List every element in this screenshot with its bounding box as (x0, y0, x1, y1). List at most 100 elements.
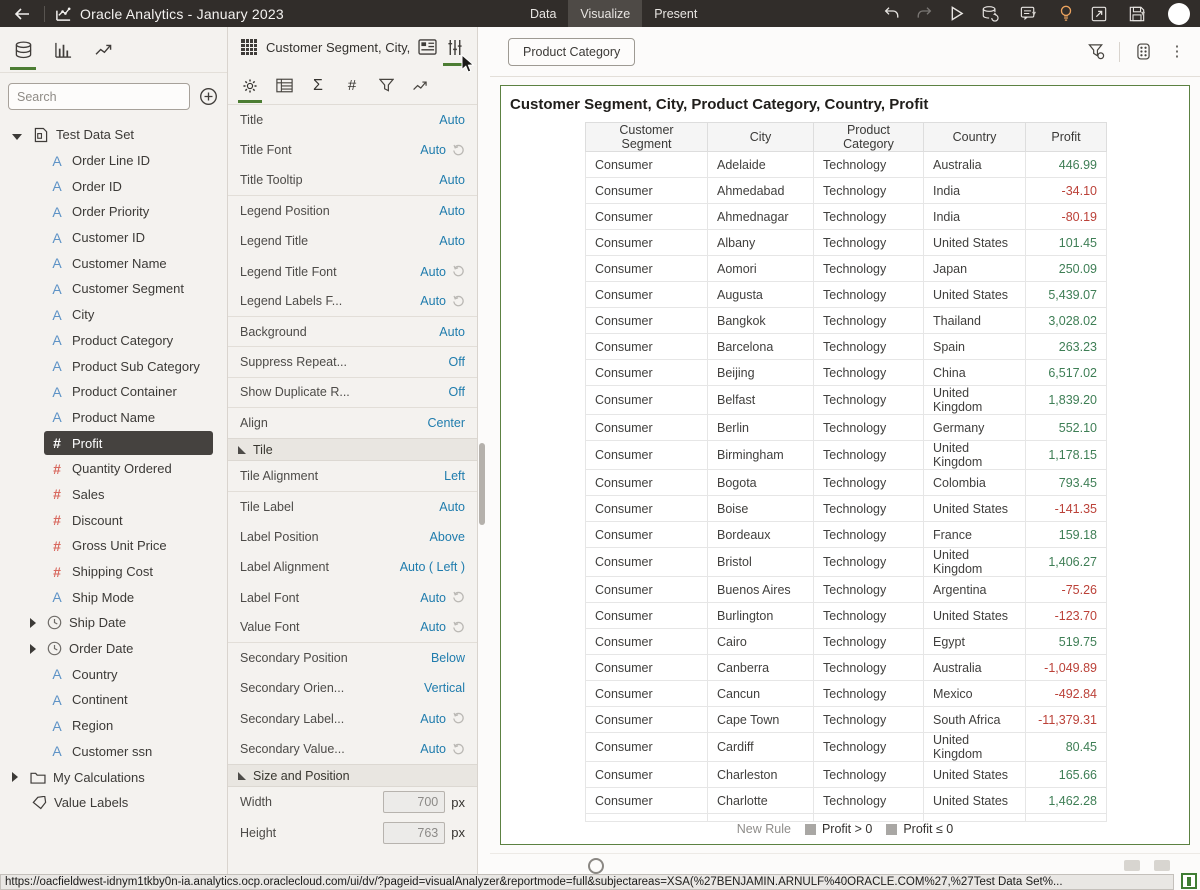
tab-data-elements[interactable] (10, 30, 36, 70)
section-header-tile[interactable]: Tile (228, 438, 477, 461)
property-value[interactable]: Off (449, 385, 465, 399)
data-cell[interactable]: Mexico (924, 681, 1026, 707)
data-cell[interactable]: Cardiff (708, 733, 814, 762)
back-button[interactable] (0, 0, 44, 27)
tree-item-customer-name[interactable]: ACustomer Name (0, 250, 227, 276)
data-cell[interactable]: Consumer (586, 334, 708, 360)
property-value[interactable]: Auto (420, 294, 446, 308)
property-value[interactable]: Below (431, 651, 465, 665)
filter-bar-filter-button[interactable] (1085, 41, 1107, 63)
data-cell[interactable]: United Kingdom (924, 441, 1026, 470)
profit-cell[interactable]: -492.84 (1026, 681, 1107, 707)
data-cell[interactable]: Technology (814, 256, 924, 282)
data-cell[interactable]: Ahmednagar (708, 204, 814, 230)
profit-cell[interactable]: 5,439.07 (1026, 282, 1107, 308)
tab-general[interactable] (238, 69, 262, 103)
data-cell[interactable]: Burlington (708, 603, 814, 629)
data-cell[interactable]: Consumer (586, 415, 708, 441)
data-cell[interactable]: Consumer (586, 256, 708, 282)
profit-cell[interactable]: -141.35 (1026, 496, 1107, 522)
tree-item-value-labels[interactable]: Value Labels (0, 790, 227, 816)
canvas-settings-button[interactable] (1132, 41, 1154, 63)
data-cell[interactable]: Consumer (586, 707, 708, 733)
tree-item-gross-unit-price[interactable]: #Gross Unit Price (0, 533, 227, 559)
expand-caret-icon[interactable] (12, 772, 18, 782)
data-cell[interactable]: India (924, 178, 1026, 204)
property-input[interactable] (383, 791, 445, 813)
panel-splitter-handle[interactable] (479, 443, 485, 525)
data-cell[interactable]: Consumer (586, 386, 708, 415)
data-cell[interactable]: Bogota (708, 470, 814, 496)
data-cell[interactable]: Boise (708, 496, 814, 522)
tree-item-ship-mode[interactable]: AShip Mode (0, 584, 227, 610)
data-cell[interactable]: Technology (814, 282, 924, 308)
data-cell[interactable]: Cape Town (708, 707, 814, 733)
expand-caret-icon[interactable] (30, 618, 36, 628)
property-value[interactable]: Auto (439, 325, 465, 339)
profit-cell[interactable]: 519.75 (1026, 629, 1107, 655)
canvas-menu-button[interactable]: ⋮ (1166, 41, 1188, 63)
data-cell[interactable]: China (924, 360, 1026, 386)
property-input[interactable] (383, 822, 445, 844)
data-cell[interactable]: Consumer (586, 360, 708, 386)
data-cell[interactable]: Cairo (708, 629, 814, 655)
property-value[interactable]: Auto (420, 742, 446, 756)
reset-icon[interactable] (452, 295, 465, 308)
tree-item-city[interactable]: ACity (0, 302, 227, 328)
tree-item-my-calculations[interactable]: My Calculations (0, 764, 227, 790)
data-cell[interactable]: Consumer (586, 629, 708, 655)
profit-cell[interactable]: 250.09 (1026, 256, 1107, 282)
data-cell[interactable]: Technology (814, 470, 924, 496)
data-cell[interactable]: Australia (924, 152, 1026, 178)
tab-data-layers[interactable] (272, 69, 296, 103)
data-cell[interactable]: Bangkok (708, 308, 814, 334)
data-cell[interactable]: Consumer (586, 152, 708, 178)
data-cell[interactable]: Consumer (586, 655, 708, 681)
data-cell[interactable]: Technology (814, 152, 924, 178)
tree-item-order-priority[interactable]: AOrder Priority (0, 199, 227, 225)
property-value[interactable]: Vertical (424, 681, 465, 695)
data-cell[interactable]: South Africa (924, 707, 1026, 733)
property-value[interactable]: Auto (439, 173, 465, 187)
data-cell[interactable]: Germany (924, 415, 1026, 441)
data-cell[interactable]: Consumer (586, 733, 708, 762)
data-cell[interactable]: Consumer (586, 603, 708, 629)
data-cell[interactable]: Technology (814, 178, 924, 204)
column-header-profit[interactable]: Profit (1026, 123, 1107, 152)
data-cell[interactable]: Argentina (924, 577, 1026, 603)
data-cell[interactable]: Consumer (586, 441, 708, 470)
tree-item-product-sub-category[interactable]: AProduct Sub Category (0, 353, 227, 379)
tab-values[interactable]: Σ (306, 69, 330, 103)
data-cell[interactable]: Technology (814, 655, 924, 681)
reset-icon[interactable] (452, 621, 465, 634)
tab-data[interactable]: Data (518, 0, 568, 27)
tree-item-profit[interactable]: #Profit (0, 430, 227, 456)
legend-rule-positive[interactable]: Profit > 0 (805, 822, 872, 836)
tree-item-product-category[interactable]: AProduct Category (0, 328, 227, 354)
data-cell[interactable]: Consumer (586, 522, 708, 548)
data-cell[interactable]: Technology (814, 308, 924, 334)
tree-item-region[interactable]: ARegion (0, 713, 227, 739)
visualization-card[interactable]: Customer Segment, City, Product Category… (500, 85, 1190, 845)
data-cell[interactable]: Consumer (586, 496, 708, 522)
column-header-city[interactable]: City (708, 123, 814, 152)
tree-item-customer-id[interactable]: ACustomer ID (0, 225, 227, 251)
profit-cell[interactable]: 552.10 (1026, 415, 1107, 441)
data-cell[interactable]: Technology (814, 548, 924, 577)
data-cell[interactable]: Buenos Aires (708, 577, 814, 603)
profit-cell[interactable]: 159.18 (1026, 522, 1107, 548)
property-value[interactable]: Auto (420, 143, 446, 157)
reset-icon[interactable] (452, 591, 465, 604)
data-cell[interactable]: Technology (814, 681, 924, 707)
profit-cell[interactable]: 446.99 (1026, 152, 1107, 178)
property-value[interactable]: Above (430, 530, 465, 544)
profit-cell[interactable]: 263.23 (1026, 334, 1107, 360)
expand-caret-icon[interactable] (30, 644, 36, 654)
property-value[interactable]: Auto (420, 591, 446, 605)
data-cell[interactable]: France (924, 522, 1026, 548)
data-cell[interactable]: Consumer (586, 308, 708, 334)
column-header-customer-segment[interactable]: Customer Segment (586, 123, 708, 152)
search-input[interactable] (8, 83, 190, 110)
data-cell[interactable]: Consumer (586, 762, 708, 788)
tab-filters[interactable] (374, 69, 398, 103)
